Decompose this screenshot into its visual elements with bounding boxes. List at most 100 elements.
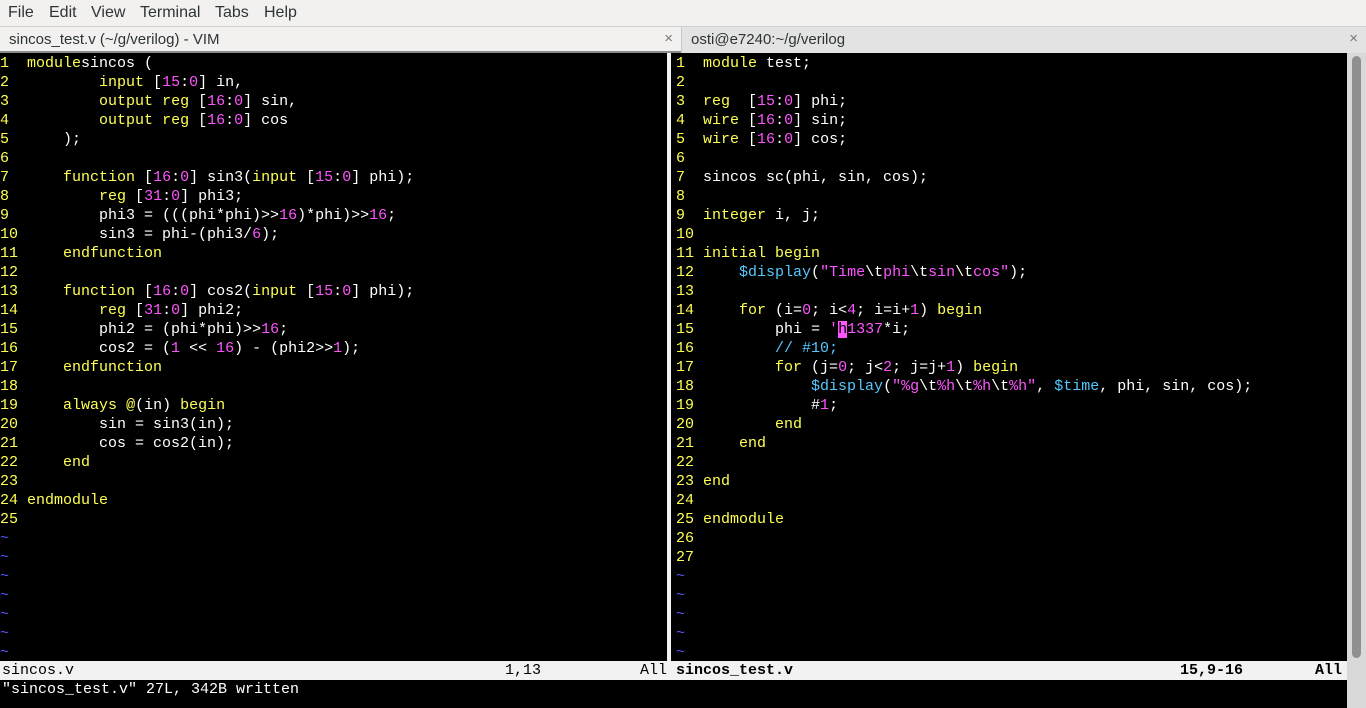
line-number: 3 — [0, 93, 28, 110]
code-line[interactable]: 6 — [0, 149, 27, 168]
code-line[interactable]: 20 end — [676, 415, 802, 434]
code-line[interactable]: 8 — [676, 187, 703, 206]
line-number: 19 — [676, 397, 704, 414]
empty-line-tilde: ~ — [0, 606, 10, 623]
code-token: sincos ( — [81, 55, 154, 72]
code-line[interactable]: 16 // #10; — [676, 339, 838, 358]
code-token: cos = cos2(in); — [27, 435, 235, 452]
code-line[interactable]: 18 $display("%g\t%h\t%h\t%h", $time, phi… — [676, 377, 1252, 396]
code-line[interactable]: 1 modulesincos ( — [0, 54, 153, 73]
code-line[interactable]: 24 endmodule — [0, 491, 108, 510]
code-line[interactable]: 9 integer i, j; — [676, 206, 820, 225]
code-line[interactable]: 4 wire [16:0] sin; — [676, 111, 847, 130]
vim-command-line[interactable]: "sincos_test.v" 27L, 342B written — [0, 680, 1347, 702]
code-line[interactable]: 23 end — [676, 472, 730, 491]
code-token: module — [27, 55, 82, 72]
code-token: phi = — [703, 321, 830, 338]
code-line[interactable]: 7 sincos sc(phi, sin, cos); — [676, 168, 928, 187]
code-token: 16 — [207, 112, 226, 129]
code-line[interactable]: 22 end — [0, 453, 90, 472]
line-number: 18 — [676, 378, 704, 395]
code-token: reg — [162, 112, 190, 129]
code-line[interactable]: 8 reg [31:0] phi3; — [0, 187, 243, 206]
line-number: 22 — [0, 454, 28, 471]
menu-edit[interactable]: Edit — [49, 4, 77, 22]
code-line[interactable]: 26 — [676, 529, 703, 548]
code-line[interactable]: 11 initial begin — [676, 244, 820, 263]
scrollbar[interactable] — [1347, 53, 1366, 708]
code-line[interactable]: 4 output reg [16:0] cos — [0, 111, 288, 130]
vertical-split-separator[interactable] — [664, 53, 676, 661]
tab-shell[interactable]: osti@e7240:~/g/verilog × — [681, 27, 1366, 53]
code-line[interactable]: 13 function [16:0] cos2(input [15:0] phi… — [0, 282, 414, 301]
code-line[interactable]: 13 — [676, 282, 703, 301]
code-token: ( — [883, 378, 893, 395]
code-line[interactable]: 12 — [0, 263, 27, 282]
code-line[interactable]: 22 — [676, 453, 703, 472]
line-number: 10 — [0, 226, 28, 243]
code-token: 16 — [207, 93, 226, 110]
code-line[interactable]: 10 — [676, 225, 703, 244]
code-line[interactable]: 14 for (i=0; i<4; i=i+1) begin — [676, 301, 982, 320]
code-line[interactable]: 14 reg [31:0] phi2; — [0, 301, 243, 320]
code-token: 16 — [279, 207, 298, 224]
code-line[interactable]: 11 endfunction — [0, 244, 162, 263]
code-token: cos2 = ( — [27, 340, 172, 357]
code-line[interactable]: 21 cos = cos2(in); — [0, 434, 234, 453]
line-number: 25 — [676, 511, 704, 528]
line-number: 11 — [0, 245, 28, 262]
code-line[interactable]: 18 — [0, 377, 27, 396]
code-line[interactable]: 1 module test; — [676, 54, 811, 73]
menu-file[interactable]: File — [8, 4, 34, 22]
code-line[interactable]: 27 — [676, 548, 703, 567]
code-line[interactable]: 21 end — [676, 434, 766, 453]
code-line[interactable]: 6 — [676, 149, 703, 168]
code-token: endmodule — [703, 511, 785, 528]
code-token: "Time — [820, 264, 866, 281]
code-line[interactable]: 10 sin3 = phi-(phi3/6); — [0, 225, 279, 244]
vim-window-left[interactable]: 1 modulesincos (2 input [15:0] in, 3 outp… — [0, 53, 664, 661]
menu-view[interactable]: View — [91, 4, 125, 22]
close-icon[interactable]: × — [664, 30, 673, 47]
close-icon[interactable]: × — [1349, 30, 1358, 47]
code-line[interactable]: 16 cos2 = (1 << 16) - (phi2>>1); — [0, 339, 360, 358]
code-token: endfunction — [63, 245, 163, 262]
line-number: 6 — [0, 150, 28, 167]
code-line[interactable]: 15 phi = 'h1337*i; — [676, 320, 910, 339]
scrollbar-thumb[interactable] — [1352, 56, 1361, 658]
line-number: 4 — [0, 112, 28, 129]
code-line[interactable]: 24 — [676, 491, 703, 510]
code-line[interactable]: 12 $display("Time\tphi\tsin\tcos"); — [676, 263, 1027, 282]
code-line[interactable]: 2 input [15:0] in, — [0, 73, 243, 92]
code-line[interactable]: 25 endmodule — [676, 510, 784, 529]
line-number: 13 — [676, 283, 704, 300]
code-line[interactable]: 19 #1; — [676, 396, 838, 415]
code-line[interactable]: 2 — [676, 73, 703, 92]
menu-tabs[interactable]: Tabs — [215, 4, 249, 22]
menu-terminal[interactable]: Terminal — [140, 4, 200, 22]
tab-vim[interactable]: sincos_test.v (~/g/verilog) - VIM × — [0, 27, 681, 53]
code-token: 1 — [946, 359, 956, 376]
code-line[interactable]: 9 phi3 = (((phi*phi)>>16)*phi)>>16; — [0, 206, 396, 225]
terminal-area[interactable]: 1 modulesincos (2 input [15:0] in, 3 outp… — [0, 53, 1366, 708]
line-number: 5 — [0, 131, 28, 148]
code-line[interactable]: 25 — [0, 510, 27, 529]
code-line[interactable]: 3 reg [15:0] phi; — [676, 92, 847, 111]
code-token: [ — [126, 302, 145, 319]
vim-window-right[interactable]: 1 module test; 2 3 reg [15:0] phi; 4 wire … — [676, 53, 1346, 661]
code-line[interactable]: 17 endfunction — [0, 358, 162, 377]
code-line[interactable]: 19 always @(in) begin — [0, 396, 225, 415]
code-line[interactable]: 7 function [16:0] sin3(input [15:0] phi)… — [0, 168, 414, 187]
code-line[interactable]: 20 sin = sin3(in); — [0, 415, 234, 434]
code-line[interactable]: 17 for (j=0; j<2; j=j+1) begin — [676, 358, 1018, 377]
code-token: : — [162, 302, 172, 319]
code-line[interactable]: 23 — [0, 472, 27, 491]
menu-help[interactable]: Help — [264, 4, 297, 22]
code-line[interactable]: 3 output reg [16:0] sin, — [0, 92, 297, 111]
code-line[interactable]: 5 ); — [0, 130, 81, 149]
code-line[interactable]: 15 phi2 = (phi*phi)>>16; — [0, 320, 288, 339]
code-line[interactable]: 5 wire [16:0] cos; — [676, 130, 847, 149]
